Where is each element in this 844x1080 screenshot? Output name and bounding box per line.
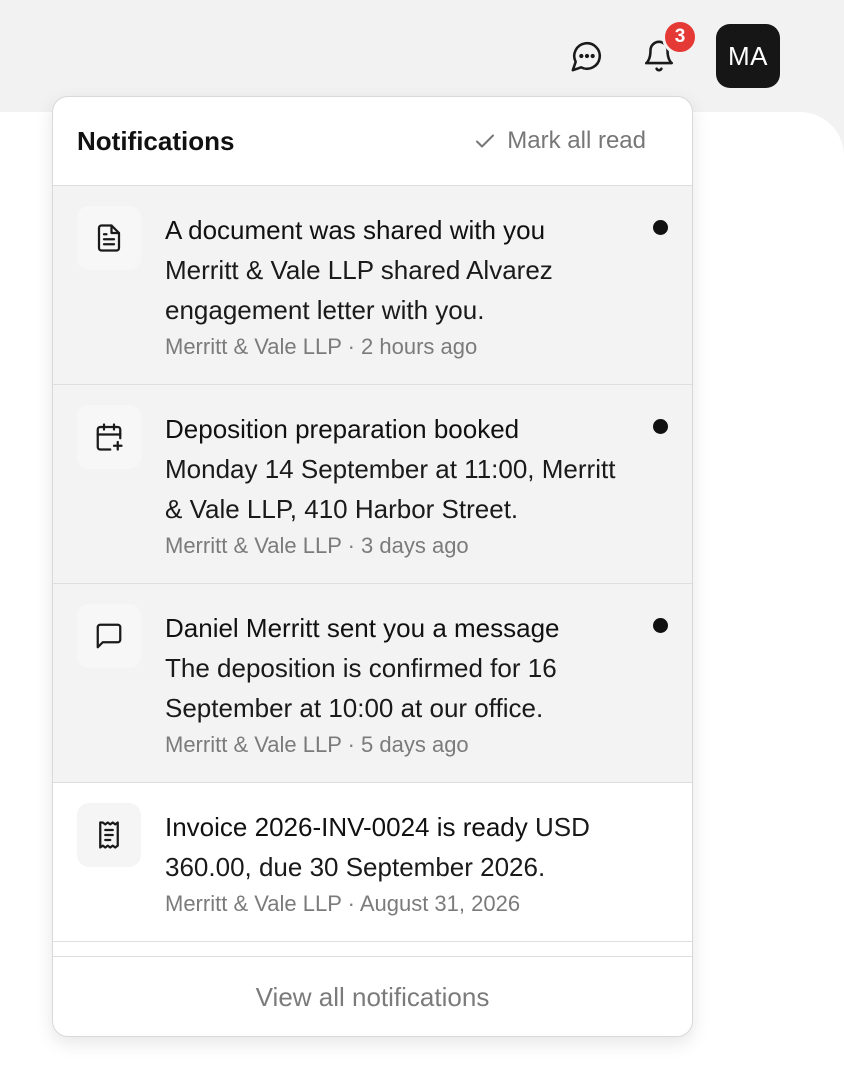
notification-title: Deposition preparation booked — [165, 414, 520, 444]
notifications-panel: Notifications Mark all read A document w… — [52, 96, 693, 1037]
calendar-plus-icon — [77, 405, 141, 469]
notification-item[interactable]: A document was shared with you Merritt &… — [53, 186, 692, 385]
notification-item[interactable]: Deposition preparation booked Monday 14 … — [53, 385, 692, 584]
user-avatar[interactable]: MA — [716, 24, 780, 88]
document-icon — [77, 206, 141, 270]
message-icon — [77, 604, 141, 668]
notification-list: A document was shared with you Merritt &… — [53, 186, 692, 956]
notification-text: A document was shared with you Merritt &… — [165, 210, 622, 330]
mark-all-read-label: Mark all read — [507, 127, 646, 154]
notification-title: Daniel Merritt sent you a message — [165, 613, 560, 643]
unread-dot — [653, 618, 668, 633]
notification-count-badge: 3 — [662, 19, 698, 55]
notification-title: Invoice 2026-INV-0024 is ready — [165, 812, 528, 842]
notification-text: Daniel Merritt sent you a message The de… — [165, 608, 622, 728]
panel-title: Notifications — [77, 125, 235, 156]
unread-dot — [653, 220, 668, 235]
notification-body: Merritt & Vale LLP shared Alvarez engage… — [165, 255, 553, 325]
notification-body: Monday 14 September at 11:00, Merritt & … — [165, 454, 616, 524]
view-all-notifications-link[interactable]: View all notifications — [53, 956, 692, 1036]
notification-meta: Merritt & Vale LLP · August 31, 2026 — [165, 891, 521, 916]
notification-item[interactable]: Invoice 2026-INV-0024 is ready USD 360.0… — [53, 783, 692, 942]
check-icon — [476, 134, 495, 148]
notification-text: Deposition preparation booked Monday 14 … — [165, 409, 622, 529]
notification-meta: Merritt & Vale LLP · 5 days ago — [165, 732, 469, 757]
notification-text: Invoice 2026-INV-0024 is ready USD 360.0… — [165, 807, 622, 887]
notification-body: The deposition is confirmed for 16 Septe… — [165, 653, 557, 723]
chat-bubble-icon[interactable] — [567, 36, 607, 76]
mark-all-read-button[interactable]: Mark all read — [473, 127, 646, 155]
receipt-icon — [77, 803, 141, 867]
panel-header: Notifications Mark all read — [53, 97, 692, 186]
notification-item[interactable]: Daniel Merritt sent you a message The de… — [53, 584, 692, 783]
unread-dot — [653, 419, 668, 434]
notification-title: A document was shared with you — [165, 215, 546, 245]
notification-meta: Merritt & Vale LLP · 3 days ago — [165, 533, 469, 558]
notification-meta: Merritt & Vale LLP · 2 hours ago — [165, 334, 478, 359]
